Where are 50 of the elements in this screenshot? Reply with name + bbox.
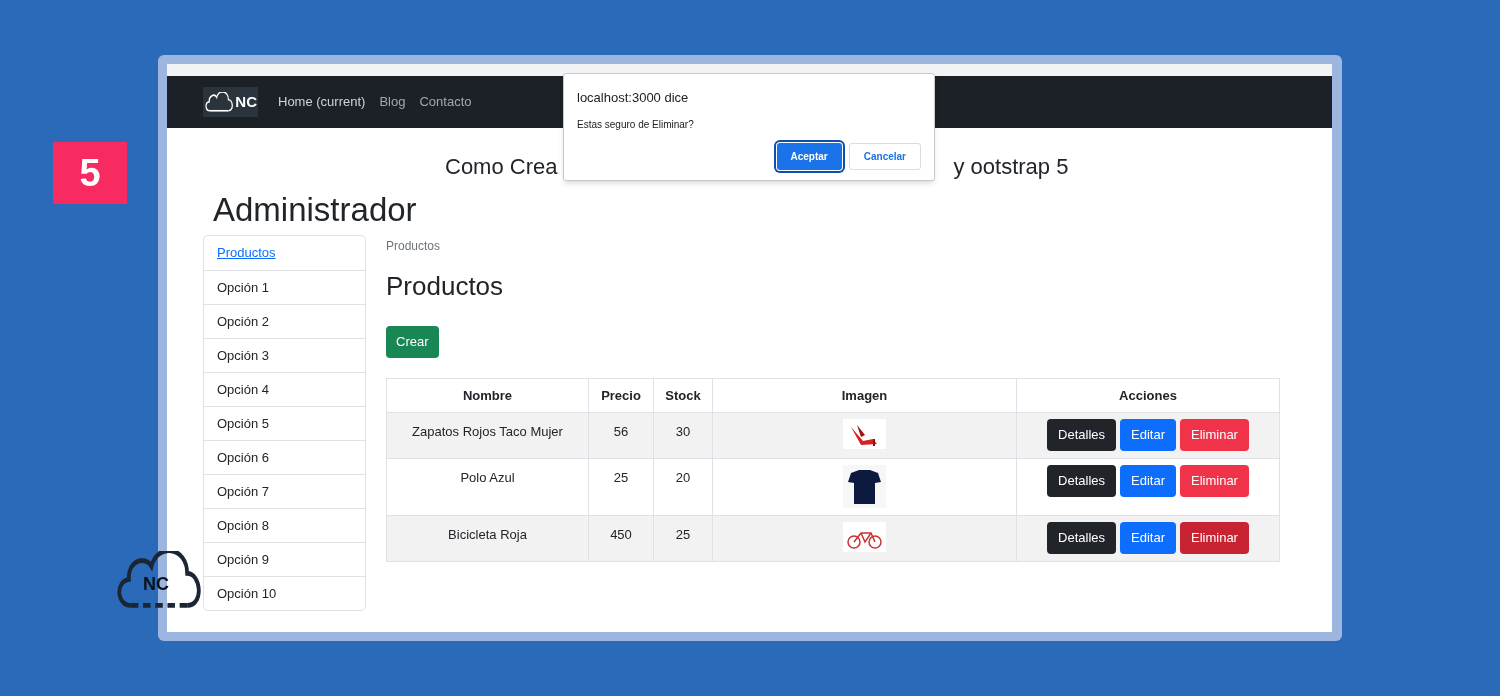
slide-badge: 5: [53, 142, 127, 204]
sidebar-item[interactable]: Opción 3: [204, 338, 365, 372]
sidebar-item[interactable]: Opción 1: [204, 270, 365, 304]
page-title: Como Crea: [445, 156, 558, 178]
edit-button[interactable]: Editar: [1120, 522, 1176, 554]
page-heading: Administrador: [213, 190, 418, 230]
table-cell: Polo Azul: [386, 458, 589, 516]
nav-link[interactable]: Contacto: [419, 92, 472, 112]
sidebar-item[interactable]: Opción 2: [204, 304, 365, 338]
table-cell: Zapatos Rojos Taco Mujer: [386, 412, 589, 459]
dialog-title: localhost:3000 dice: [577, 89, 690, 107]
sidebar-item[interactable]: Opción 8: [204, 508, 365, 542]
delete-button[interactable]: Eliminar: [1180, 419, 1249, 451]
cloud-icon: [204, 92, 235, 112]
details-button[interactable]: Detalles: [1047, 465, 1116, 497]
edit-button[interactable]: Editar: [1120, 465, 1176, 497]
delete-button[interactable]: Eliminar: [1180, 465, 1249, 497]
accept-button[interactable]: Aceptar: [776, 142, 842, 170]
table-cell: 30: [653, 412, 713, 459]
edit-button[interactable]: Editar: [1120, 419, 1176, 451]
sidebar-item[interactable]: Opción 5: [204, 406, 365, 440]
nav-link[interactable]: Home (current): [278, 92, 366, 112]
column-header: Stock: [653, 378, 713, 413]
column-header: Nombre: [386, 378, 589, 413]
details-button[interactable]: Detalles: [1047, 522, 1116, 554]
table-cell: 25: [653, 515, 713, 562]
delete-button[interactable]: Eliminar: [1180, 522, 1249, 554]
column-header: Acciones: [1016, 378, 1280, 413]
table-cell: 450: [588, 515, 654, 562]
column-header: Imagen: [712, 378, 1017, 413]
sidebar-item[interactable]: Opción 7: [204, 474, 365, 508]
sidebar-item[interactable]: Opción 10: [204, 576, 365, 610]
sidebar-item[interactable]: Opción 6: [204, 440, 365, 474]
brand-logo[interactable]: NC: [203, 87, 258, 117]
page-title: y ootstrap 5: [953, 156, 1069, 178]
table-cell: 56: [588, 412, 654, 459]
sidebar-item[interactable]: Opción 9: [204, 542, 365, 576]
table-cell: Bicicleta Roja: [386, 515, 589, 562]
dialog-message: Estas seguro de Eliminar?: [577, 117, 695, 132]
sidebar-item[interactable]: Opción 4: [204, 372, 365, 406]
table-cell: 25: [588, 458, 654, 516]
cancel-button[interactable]: Cancelar: [848, 142, 921, 170]
breadcrumb: Productos: [386, 238, 442, 255]
nav-link[interactable]: Blog: [379, 92, 406, 112]
section-title: Productos: [386, 270, 505, 303]
details-button[interactable]: Detalles: [1047, 419, 1116, 451]
column-header: Precio: [588, 378, 654, 413]
create-button[interactable]: Crear: [386, 326, 439, 358]
table-cell: 20: [653, 458, 713, 516]
sidebar-item[interactable]: Productos: [204, 236, 365, 270]
